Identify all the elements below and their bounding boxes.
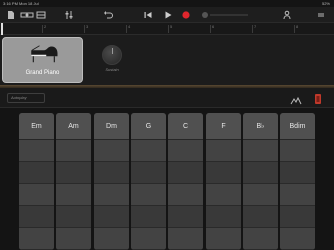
ruler-marker: 5 bbox=[170, 24, 173, 29]
ruler-marker: 2 bbox=[44, 24, 47, 29]
chord-label: Bdim bbox=[280, 113, 315, 140]
sustain-knob[interactable] bbox=[102, 45, 122, 65]
ruler-tick bbox=[210, 25, 211, 33]
chord-strips-area: Em Am Dm G C F B♭ Bdim bbox=[0, 108, 334, 250]
chord-strips-toggle-icon[interactable] bbox=[314, 92, 322, 104]
tracks-view-icon[interactable] bbox=[36, 10, 46, 20]
my-songs-icon[interactable] bbox=[6, 10, 16, 20]
ruler-marker: 6 bbox=[212, 24, 215, 29]
status-date: Mon 18 Jul bbox=[19, 1, 39, 6]
instrument-panel: Grand Piano Sustain bbox=[0, 35, 334, 85]
toolbar bbox=[0, 7, 334, 23]
ruler-tick bbox=[168, 25, 169, 33]
chord-strip-g[interactable]: G bbox=[131, 113, 166, 250]
mixer-icon[interactable] bbox=[64, 10, 74, 20]
play-icon[interactable] bbox=[163, 10, 173, 20]
sustain-label: Sustain bbox=[105, 67, 119, 72]
ruler-tick bbox=[294, 25, 295, 33]
browser-icon[interactable] bbox=[20, 10, 34, 20]
ruler-tick bbox=[84, 25, 85, 33]
status-time: 3:16 PM bbox=[3, 1, 18, 6]
chord-strip-bflat[interactable]: B♭ bbox=[243, 113, 278, 250]
control-bar: Autoplay bbox=[0, 88, 334, 108]
status-battery: 52% bbox=[321, 1, 330, 6]
ruler-tick bbox=[126, 25, 127, 33]
chord-label: Am bbox=[56, 113, 91, 140]
chord-label: Dm bbox=[94, 113, 129, 140]
chord-strip-dm[interactable]: Dm bbox=[94, 113, 129, 250]
master-volume-slider[interactable] bbox=[200, 10, 250, 20]
chord-strip-bdim[interactable]: Bdim bbox=[280, 113, 315, 250]
chord-label: B♭ bbox=[243, 113, 278, 140]
ruler-marker: 8 bbox=[296, 24, 299, 29]
ruler-tick bbox=[252, 25, 253, 33]
go-to-beginning-icon[interactable] bbox=[143, 10, 153, 20]
ruler-marker: 3 bbox=[86, 24, 89, 29]
loop-icon[interactable] bbox=[316, 10, 326, 20]
instrument-name: Grand Piano bbox=[25, 70, 60, 76]
chord-label: F bbox=[206, 113, 241, 140]
chord-label: C bbox=[168, 113, 203, 140]
ruler-marker: 7 bbox=[254, 24, 257, 29]
ruler-tick bbox=[42, 25, 43, 33]
record-icon[interactable] bbox=[181, 10, 191, 20]
status-bar: 3:16 PM Mon 18 Jul 52% bbox=[0, 0, 334, 7]
playhead[interactable] bbox=[1, 23, 3, 35]
settings-icon[interactable] bbox=[282, 10, 292, 20]
arpeggiator-icon[interactable] bbox=[290, 93, 302, 105]
grand-piano-icon bbox=[31, 45, 58, 63]
autoplay-knob[interactable]: Autoplay bbox=[7, 93, 45, 103]
undo-icon[interactable] bbox=[103, 10, 113, 20]
timeline-ruler[interactable]: 2 3 4 5 6 7 8 bbox=[0, 23, 334, 35]
instrument-card[interactable]: Grand Piano bbox=[2, 37, 83, 83]
sustain-control[interactable]: Sustain bbox=[100, 45, 124, 79]
chord-strip-am[interactable]: Am bbox=[56, 113, 91, 250]
chord-label: Em bbox=[19, 113, 54, 140]
chord-strip-em[interactable]: Em bbox=[19, 113, 54, 250]
chord-strip-f[interactable]: F bbox=[206, 113, 241, 250]
chord-strip-c[interactable]: C bbox=[168, 113, 203, 250]
chord-label: G bbox=[131, 113, 166, 140]
ruler-marker: 4 bbox=[128, 24, 131, 29]
